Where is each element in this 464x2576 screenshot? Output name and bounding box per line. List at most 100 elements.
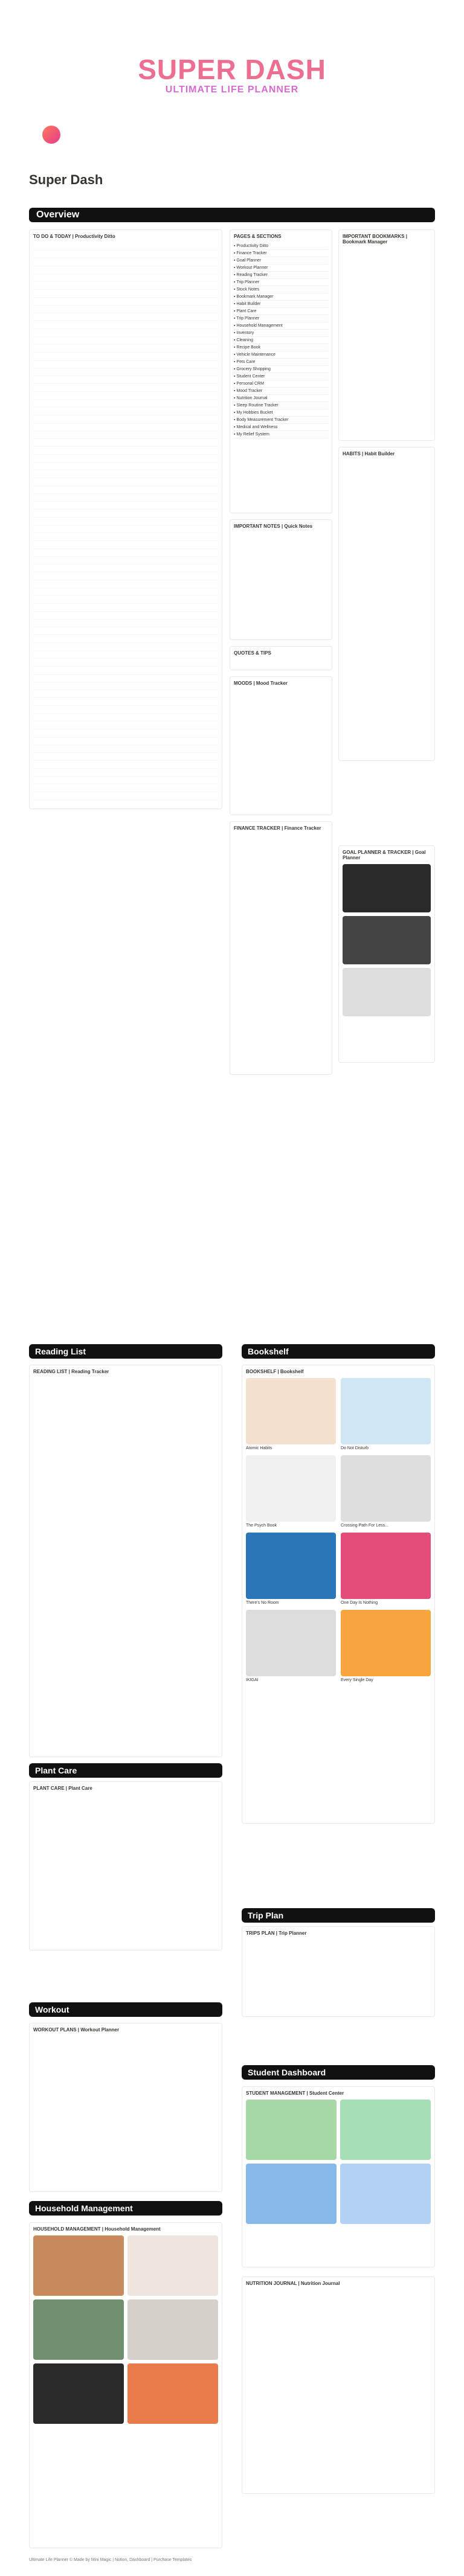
page-link-item[interactable]: ▪ Household Management <box>234 322 328 330</box>
plant-card-title: PLANT CARE | Plant Care <box>33 1786 92 1791</box>
goal-image-1 <box>343 864 431 912</box>
book-cover-image <box>246 1378 336 1444</box>
bookshelf-card: BOOKSHELF | Bookshelf Atomic Habits Do No… <box>242 1365 435 1824</box>
household-card-title: HOUSEHOLD MANAGEMENT | Household Managem… <box>33 2226 161 2232</box>
reading-card-title: READING LIST | Reading Tracker <box>33 1369 109 1374</box>
page-link-item[interactable]: ▪ Mood Tracker <box>234 388 328 395</box>
book-cover-image <box>341 1378 431 1444</box>
student-tile-green[interactable] <box>246 2100 337 2160</box>
bookshelf-card-title: BOOKSHELF | Bookshelf <box>246 1369 304 1374</box>
page-link-item[interactable]: ▪ Trip Planner <box>234 315 328 322</box>
household-cleaning-image <box>33 2363 124 2424</box>
habits-card: HABITS | Habit Builder <box>338 447 435 761</box>
page-link-item[interactable]: ▪ Plant Care <box>234 308 328 315</box>
book-cover-image <box>246 1455 336 1522</box>
page-link-item[interactable]: ▪ Habit Builder <box>234 301 328 308</box>
page-link-item[interactable]: ▪ Reading Tracker <box>234 272 328 279</box>
quotes-card-title: QUOTES & TIPS <box>234 650 271 656</box>
goal-card: GOAL PLANNER & TRACKER | Goal Planner <box>338 845 435 1063</box>
page-link-item[interactable]: ▪ Grocery Shopping <box>234 366 328 373</box>
blood-card: MOODS | Mood Tracker <box>230 676 332 815</box>
section-banner-trip-plan: Trip Plan <box>242 1908 435 1923</box>
todo-card-title: TO DO & TODAY | Productivity Ditto <box>33 234 115 239</box>
page-link-item[interactable]: ▪ My Relief System <box>234 431 328 438</box>
book-card[interactable]: IKIGAI <box>246 1610 336 1682</box>
reading-card: READING LIST | Reading Tracker <box>29 1365 222 1757</box>
section-banner-bookshelf: Bookshelf <box>242 1344 435 1359</box>
page-link-item[interactable]: ▪ Bookmark Manager <box>234 293 328 301</box>
quotes-card: QUOTES & TIPS <box>230 646 332 670</box>
notes-card-title: IMPORTANT NOTES | Quick Notes <box>234 524 313 529</box>
book-card[interactable]: One Day Is Nothing <box>341 1533 431 1605</box>
book-cover-image <box>341 1455 431 1522</box>
page-link-item[interactable]: ▪ My Hobbies Bucket <box>234 409 328 417</box>
section-banner-plant-care: Plant Care <box>29 1763 222 1778</box>
nutrition-card: NUTRITION JOURNAL | Nutrition Journal <box>242 2276 435 2494</box>
page-hero-subtitle: ULTIMATE LIFE PLANNER <box>165 85 299 95</box>
section-banner-reading-list: Reading List <box>29 1344 222 1359</box>
page-title: Super Dash <box>29 172 103 187</box>
student-card-title: STUDENT MANAGEMENT | Student Center <box>246 2091 344 2096</box>
footer: Ultimate Life Planner © Made by Mini Mag… <box>29 2558 192 2562</box>
section-banner-student-dashboard: Student Dashboard <box>242 2065 435 2080</box>
household-card: HOUSEHOLD MANAGEMENT | Household Managem… <box>29 2222 222 2548</box>
book-title: The Psych Book <box>246 1523 277 1528</box>
household-car-image <box>127 2363 218 2424</box>
book-title: One Day Is Nothing <box>341 1601 378 1605</box>
book-title: Do Not Disturb <box>341 1446 369 1450</box>
page-link-item[interactable]: ▪ Nutrition Journal <box>234 395 328 402</box>
page-link-item[interactable]: ▪ Productivity Ditto <box>234 243 328 250</box>
page-link-item[interactable]: ▪ Finance Tracker <box>234 250 328 257</box>
page-link-item[interactable]: ▪ Pets Care <box>234 359 328 366</box>
bookmarks-card: IMPORTANT BOOKMARKS | Bookmark Manager <box>338 229 435 441</box>
pages-list: ▪ Productivity Ditto ▪ Finance Tracker ▪ G… <box>234 243 328 438</box>
page-link-item[interactable]: ▪ Personal CRM <box>234 380 328 388</box>
page-link-item[interactable]: ▪ Student Center <box>234 373 328 380</box>
notes-card: IMPORTANT NOTES | Quick Notes <box>230 519 332 640</box>
book-card[interactable]: The Psych Book <box>246 1455 336 1528</box>
book-title: There's No Room <box>246 1601 279 1605</box>
book-card[interactable]: Do Not Disturb <box>341 1378 431 1450</box>
page-link-item[interactable]: ▪ Medical and Wellness <box>234 424 328 431</box>
plant-card: PLANT CARE | Plant Care <box>29 1781 222 1950</box>
habits-card-title: HABITS | Habit Builder <box>343 451 395 457</box>
pages-card-title: PAGES & SECTIONS <box>234 234 282 239</box>
page-link-item[interactable]: ▪ Body Measurement Tracker <box>234 417 328 424</box>
workout-card-title: WORKOUT PLANS | Workout Planner <box>33 2027 120 2033</box>
page-link-item[interactable]: ▪ Workout Planner <box>234 264 328 272</box>
book-title: Every Single Day <box>341 1678 373 1682</box>
book-cover-image <box>246 1533 336 1599</box>
book-cover-image <box>341 1610 431 1676</box>
section-banner-household-management: Household Management <box>29 2201 222 2216</box>
household-wardrobe-image <box>127 2235 218 2296</box>
student-card: STUDENT MANAGEMENT | Student Center <box>242 2086 435 2267</box>
household-toilet-image <box>127 2299 218 2360</box>
book-cover-image <box>246 1610 336 1676</box>
todo-card: TO DO & TODAY | Productivity Ditto <box>29 229 222 809</box>
page-link-item[interactable]: ▪ Inventory <box>234 330 328 337</box>
section-banner-workout: Workout <box>29 2002 222 2017</box>
page-link-item[interactable]: ▪ Vehicle Maintenance <box>234 351 328 359</box>
goal-card-title: GOAL PLANNER & TRACKER | Goal Planner <box>343 850 426 860</box>
books-grid: Atomic Habits Do Not Disturb The Psych Boo… <box>246 1378 431 1682</box>
nutrition-card-title: NUTRITION JOURNAL | Nutrition Journal <box>246 2281 340 2286</box>
page-link-item[interactable]: ▪ Trip Planner <box>234 279 328 286</box>
trip-card-title: TRIPS PLAN | Trip Planner <box>246 1930 307 1936</box>
student-tile-blue[interactable] <box>246 2164 337 2224</box>
book-title: Atomic Habits <box>246 1446 272 1450</box>
student-tile-blue-2[interactable] <box>340 2164 431 2224</box>
book-card[interactable]: There's No Room <box>246 1533 336 1605</box>
page-link-item[interactable]: ▪ Recipe Book <box>234 344 328 351</box>
book-card[interactable]: Every Single Day <box>341 1610 431 1682</box>
page-link-item[interactable]: ▪ Cleaning <box>234 337 328 344</box>
book-card[interactable]: Atomic Habits <box>246 1378 336 1450</box>
student-tile-green-2[interactable] <box>340 2100 431 2160</box>
blood-card-title: MOODS | Mood Tracker <box>234 681 288 686</box>
page-link-item[interactable]: ▪ Goal Planner <box>234 257 328 264</box>
book-card[interactable]: Crossing Path For Less... <box>341 1455 431 1528</box>
page-link-item[interactable]: ▪ Stock Notes <box>234 286 328 293</box>
household-food-image <box>33 2235 124 2296</box>
pages-card: PAGES & SECTIONS ▪ Productivity Ditto ▪ F… <box>230 229 332 513</box>
page-link-item[interactable]: ▪ Sleep Routine Tracker <box>234 402 328 409</box>
trip-card: TRIPS PLAN | Trip Planner <box>242 1926 435 2017</box>
